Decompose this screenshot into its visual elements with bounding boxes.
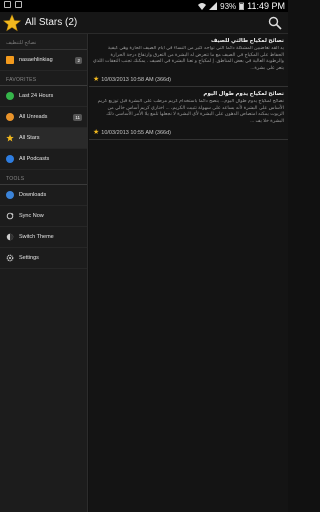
action-bar: All Stars (2) [0, 12, 288, 34]
unread-count-badge: 2 [75, 57, 82, 64]
sidebar-item-last-24-hours[interactable]: Last 24 Hours [0, 86, 87, 107]
article-excerpt: يد ألقد تغاضبين المشكلة دائما التي تواجه… [93, 46, 284, 71]
theme-icon [6, 233, 14, 241]
sidebar-item-downloads[interactable]: Downloads [0, 185, 87, 206]
unread-count-badge: 11 [73, 114, 82, 121]
article-title: نصائح لمكياج يدوم طوال اليوم [203, 91, 284, 97]
sidebar-item-all-podcasts[interactable]: All Podcasts [0, 149, 87, 170]
unread-icon [6, 113, 14, 121]
status-bar: 93% 11:49 PM [0, 0, 288, 12]
navigation-drawer: نصائح للتنظيف nasaehlinkiag 2 FAVORITES … [0, 34, 88, 512]
battery-percent: 93% [220, 1, 237, 11]
star-icon [6, 134, 14, 142]
star-icon[interactable]: ★ [93, 129, 99, 136]
tools-heading: TOOLS [0, 170, 87, 185]
sidebar-item-all-unreads[interactable]: All Unreads 11 [0, 107, 87, 128]
article-date: 10/03/2013 10:58 AM (366d) [101, 76, 172, 83]
image-icon [15, 1, 22, 8]
sidebar-item-all-stars[interactable]: All Stars [0, 128, 87, 149]
sidebar-item-sync-now[interactable]: Sync Now [0, 206, 87, 227]
sidebar-item-label: All Stars [19, 135, 40, 141]
sidebar-item-settings[interactable]: Settings [0, 248, 87, 269]
notification-icon [4, 1, 11, 8]
article-list: نصائح لمكياج طالتي للصيف يد ألقد تغاضبين… [89, 34, 288, 512]
wifi-icon [198, 3, 207, 10]
rss-icon [6, 56, 14, 64]
sidebar-item-label: Settings [19, 255, 39, 261]
download-icon [6, 191, 14, 199]
star-icon[interactable]: ★ [93, 76, 99, 83]
sidebar-item-switch-theme[interactable]: Switch Theme [0, 227, 87, 248]
signal-icon [209, 2, 218, 10]
list-item[interactable]: نصائح لمكياج يدوم طوال اليوم نصائح لمكيا… [89, 87, 288, 140]
article-date: 10/03/2013 10:55 AM (366d) [101, 129, 172, 136]
sidebar-item-feed[interactable]: nasaehlinkiag 2 [0, 50, 87, 71]
sync-icon [6, 212, 14, 220]
sidebar-item-label: All Podcasts [19, 156, 50, 162]
sidebar-item-label: Switch Theme [19, 234, 54, 240]
app-star-icon[interactable] [3, 14, 21, 32]
favorites-heading: FAVORITES [0, 71, 87, 86]
podcast-icon [6, 155, 14, 163]
sidebar-item-label: Last 24 Hours [19, 93, 54, 99]
search-icon[interactable] [268, 16, 282, 30]
sidebar-item-label: Sync Now [19, 213, 44, 219]
feed-section-label: نصائح للتنظيف [0, 34, 87, 50]
article-excerpt: نصائح لمكياج يدوم طوال اليوم... ينصح دائ… [97, 99, 284, 124]
sidebar-item-label: All Unreads [19, 114, 48, 120]
gear-icon [6, 254, 14, 262]
clock-icon [6, 92, 14, 100]
sidebar-item-label: Downloads [19, 192, 47, 198]
article-title: نصائح لمكياج طالتي للصيف [210, 38, 284, 44]
clock-time: 11:49 PM [247, 1, 285, 11]
page-title: All Stars (2) [25, 17, 78, 28]
sidebar-item-label: nasaehlinkiag [19, 57, 53, 63]
list-item[interactable]: نصائح لمكياج طالتي للصيف يد ألقد تغاضبين… [89, 34, 288, 87]
battery-icon [239, 2, 245, 10]
